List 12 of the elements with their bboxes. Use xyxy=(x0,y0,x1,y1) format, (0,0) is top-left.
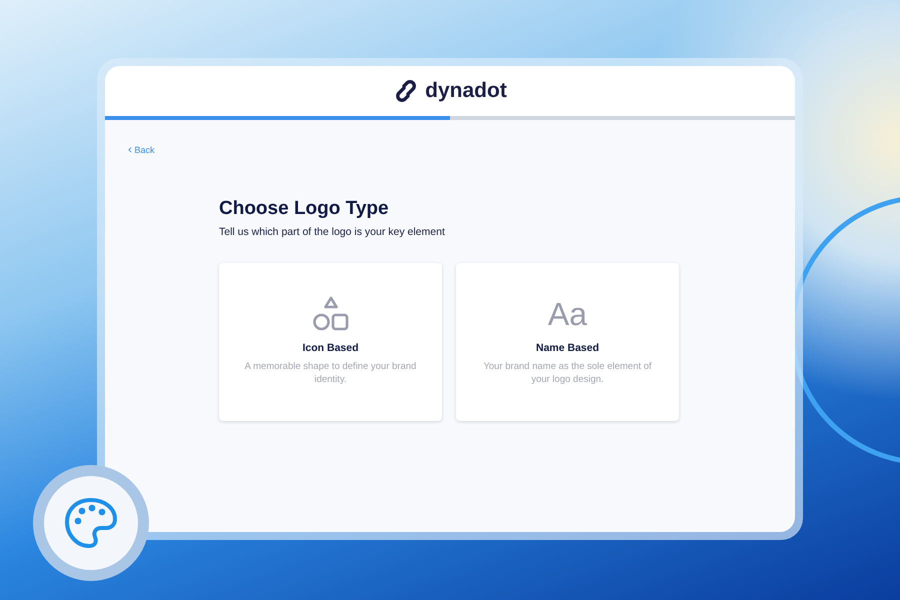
option-card[interactable]: Icon Based A memorable shape to define your brand identity. xyxy=(219,263,442,421)
palette-icon xyxy=(64,497,118,549)
option-description: Your brand name as the sole element of your logo design. xyxy=(482,360,653,387)
page-title: Choose Logo Type xyxy=(219,198,390,220)
glyph-text: Aa xyxy=(548,296,588,332)
page-subtitle: Tell us which part of the logo is your key element xyxy=(219,226,446,238)
option-card[interactable]: Aa Name Based Your brand name as the sole element of your logo design. xyxy=(456,263,679,421)
option-description: A memorable shape to define your brand identity. xyxy=(244,360,418,387)
option-title: Icon Based xyxy=(302,342,359,354)
option-title: Name Based xyxy=(536,342,600,354)
logo-text: dynadot xyxy=(425,79,507,103)
shapes-icon xyxy=(312,296,350,332)
